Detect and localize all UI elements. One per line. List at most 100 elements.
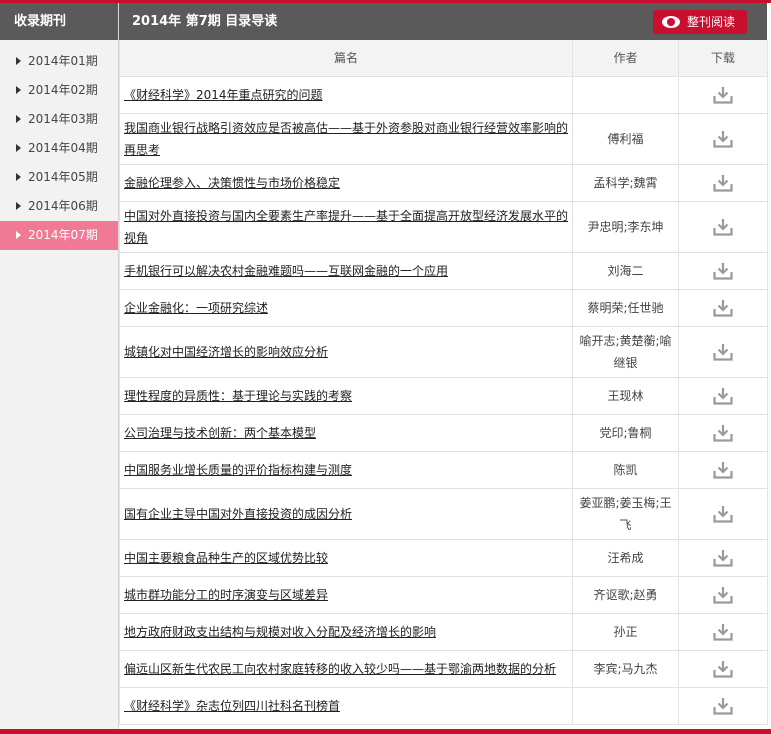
article-title-link[interactable]: 城镇化对中国经济增长的影响效应分析	[124, 345, 328, 359]
download-cell	[678, 163, 768, 202]
author-cell: 汪希成	[572, 538, 679, 577]
download-icon[interactable]	[713, 505, 733, 523]
download-cell	[678, 686, 768, 725]
article-title-cell: 《财经科学》杂志位列四川社科名刊榜首	[119, 686, 573, 725]
table-row: 《财经科学》杂志位列四川社科名刊榜首	[119, 686, 768, 725]
article-title-cell: 理性程度的异质性：基于理论与实践的考察	[119, 376, 573, 415]
sidebar-issue-item[interactable]: 2014年06期	[0, 192, 118, 221]
author-cell: 蔡明荣;任世驰	[572, 288, 679, 327]
download-cell	[678, 251, 768, 290]
article-title-link[interactable]: 国有企业主导中国对外直接投资的成因分析	[124, 507, 352, 521]
article-title-link[interactable]: 理性程度的异质性：基于理论与实践的考察	[124, 389, 352, 403]
sidebar: 收录期刊 2014年01期 2014年02期 2014年03期 2014年04期 201…	[0, 3, 119, 729]
article-title-cell: 我国商业银行战略引资效应是否被高估——基于外资参股对商业银行经营效率影响的再思考	[119, 112, 573, 165]
article-title-link[interactable]: 城市群功能分工的时序演变与区域差异	[124, 588, 328, 602]
download-icon[interactable]	[713, 623, 733, 641]
article-title-link[interactable]: 手机银行可以解决农村金融难题吗——互联网金融的一个应用	[124, 264, 448, 278]
download-icon[interactable]	[713, 299, 733, 317]
author-cell: 尹忠明;李东坤	[572, 200, 679, 253]
download-cell	[678, 649, 768, 688]
table-row: 金融伦理参入、决策惯性与市场价格稳定 孟科学;魏霄	[119, 163, 768, 202]
article-title-link[interactable]: 公司治理与技术创新：两个基本模型	[124, 426, 316, 440]
sidebar-issue-item[interactable]: 2014年05期	[0, 163, 118, 192]
caret-right-icon	[16, 173, 21, 181]
article-title-cell: 中国服务业增长质量的评价指标构建与测度	[119, 450, 573, 489]
download-cell	[678, 76, 768, 114]
author-cell: 孟科学;魏霄	[572, 163, 679, 202]
download-icon[interactable]	[713, 586, 733, 604]
article-title-cell: 金融伦理参入、决策惯性与市场价格稳定	[119, 163, 573, 202]
author-cell: 王现林	[572, 376, 679, 415]
download-cell	[678, 575, 768, 614]
sidebar-issue-item[interactable]: 2014年07期	[0, 221, 118, 250]
article-title-cell: 中国对外直接投资与国内全要素生产率提升——基于全面提高开放型经济发展水平的视角	[119, 200, 573, 253]
article-title-link[interactable]: 地方政府财政支出结构与规模对收入分配及经济增长的影响	[124, 625, 436, 639]
download-icon[interactable]	[713, 218, 733, 236]
author-cell	[572, 686, 679, 725]
sidebar-issue-item[interactable]: 2014年03期	[0, 105, 118, 134]
table-row: 《财经科学》2014年重点研究的问题	[119, 76, 768, 114]
sidebar-issue-item[interactable]: 2014年02期	[0, 76, 118, 105]
sidebar-issue-item[interactable]: 2014年01期	[0, 47, 118, 76]
article-title-cell: 中国主要粮食品种生产的区域优势比较	[119, 538, 573, 577]
column-header-download: 下载	[678, 40, 768, 77]
download-cell	[678, 288, 768, 327]
main-panel: 2014年 第7期 目录导读 整刊阅读 篇名 作者 下载 《财经科学》2014年…	[119, 3, 768, 725]
caret-right-icon	[16, 231, 21, 239]
read-full-issue-button[interactable]: 整刊阅读	[653, 10, 747, 34]
author-cell: 刘海二	[572, 251, 679, 290]
caret-right-icon	[16, 202, 21, 210]
author-cell: 陈凯	[572, 450, 679, 489]
download-icon[interactable]	[713, 660, 733, 678]
author-cell: 姜亚鹏;姜玉梅;王飞	[572, 487, 679, 540]
article-title-link[interactable]: 《财经科学》2014年重点研究的问题	[124, 88, 323, 102]
author-cell: 齐讴歌;赵勇	[572, 575, 679, 614]
download-icon[interactable]	[713, 343, 733, 361]
article-title-link[interactable]: 《财经科学》杂志位列四川社科名刊榜首	[124, 699, 340, 713]
article-title-cell: 城镇化对中国经济增长的影响效应分析	[119, 325, 573, 378]
bottom-bar	[0, 729, 771, 734]
article-title-link[interactable]: 金融伦理参入、决策惯性与市场价格稳定	[124, 176, 340, 190]
article-title-link[interactable]: 中国主要粮食品种生产的区域优势比较	[124, 551, 328, 565]
download-icon[interactable]	[713, 130, 733, 148]
download-cell	[678, 612, 768, 651]
download-icon[interactable]	[713, 387, 733, 405]
article-title-link[interactable]: 偏远山区新生代农民工向农村家庭转移的收入较少吗——基于鄂渝两地数据的分析	[124, 662, 556, 676]
sidebar-issue-label: 2014年05期	[28, 170, 98, 184]
download-icon[interactable]	[713, 174, 733, 192]
article-title-cell: 地方政府财政支出结构与规模对收入分配及经济增长的影响	[119, 612, 573, 651]
table-row: 偏远山区新生代农民工向农村家庭转移的收入较少吗——基于鄂渝两地数据的分析 李宾;马…	[119, 649, 768, 688]
article-title-link[interactable]: 我国商业银行战略引资效应是否被高估——基于外资参股对商业银行经营效率影响的再思考	[124, 121, 568, 157]
author-cell: 李宾;马九杰	[572, 649, 679, 688]
article-title-link[interactable]: 中国服务业增长质量的评价指标构建与测度	[124, 463, 352, 477]
download-icon[interactable]	[713, 424, 733, 442]
download-cell	[678, 112, 768, 165]
download-icon[interactable]	[713, 549, 733, 567]
article-title-link[interactable]: 企业金融化：一项研究综述	[124, 301, 268, 315]
read-button-label: 整刊阅读	[687, 15, 736, 29]
download-icon[interactable]	[713, 461, 733, 479]
sidebar-issue-label: 2014年06期	[28, 199, 98, 213]
article-title-link[interactable]: 中国对外直接投资与国内全要素生产率提升——基于全面提高开放型经济发展水平的视角	[124, 209, 568, 245]
table-row: 城镇化对中国经济增长的影响效应分析 喻开志;黄楚蘅;喻继银	[119, 325, 768, 378]
download-icon[interactable]	[713, 697, 733, 715]
article-title-cell: 国有企业主导中国对外直接投资的成因分析	[119, 487, 573, 540]
caret-right-icon	[16, 144, 21, 152]
table-row: 公司治理与技术创新：两个基本模型 党印;鲁桐	[119, 413, 768, 452]
column-header-author: 作者	[572, 40, 679, 77]
article-title-cell: 《财经科学》2014年重点研究的问题	[119, 76, 573, 114]
caret-right-icon	[16, 57, 21, 65]
table-header-row: 篇名 作者 下载	[119, 40, 768, 77]
download-cell	[678, 413, 768, 452]
caret-right-icon	[16, 115, 21, 123]
download-icon[interactable]	[713, 86, 733, 104]
table-row: 我国商业银行战略引资效应是否被高估——基于外资参股对商业银行经营效率影响的再思考…	[119, 112, 768, 165]
article-title-cell: 企业金融化：一项研究综述	[119, 288, 573, 327]
table-row: 中国主要粮食品种生产的区域优势比较 汪希成	[119, 538, 768, 577]
author-cell: 傅利福	[572, 112, 679, 165]
download-icon[interactable]	[713, 262, 733, 280]
author-cell: 党印;鲁桐	[572, 413, 679, 452]
sidebar-issue-item[interactable]: 2014年04期	[0, 134, 118, 163]
download-cell	[678, 200, 768, 253]
download-cell	[678, 538, 768, 577]
